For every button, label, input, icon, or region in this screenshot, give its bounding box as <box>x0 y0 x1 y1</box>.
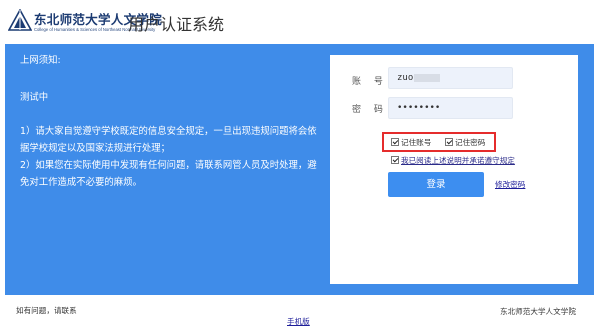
remember-password-label: 记住密码 <box>455 138 486 147</box>
mountain-logo-icon <box>8 9 32 31</box>
password-input[interactable]: •••••••• <box>388 97 513 119</box>
footer-contact: 如有问题，请联系 <box>16 306 77 315</box>
notice-heading: 上网须知: <box>20 55 61 66</box>
account-label: 账 号 <box>352 77 388 87</box>
remember-password-checkbox[interactable] <box>445 138 453 146</box>
redacted-text <box>414 73 441 82</box>
notice-rule-1: 1）请大家自觉遵守学校既定的信息安全规定，一旦出现违规问题将会依据学校规定以及国… <box>20 126 317 154</box>
system-title: 用户认证系统 <box>128 15 225 34</box>
change-password-link[interactable]: 修改密码 <box>495 179 525 190</box>
header: 东北师范大学人文学院 College of Humanities & Scien… <box>0 0 603 44</box>
password-value: •••••••• <box>397 103 441 113</box>
footer-org: 东北师范大学人文学院 <box>500 307 576 316</box>
account-input[interactable]: zuo <box>388 67 513 89</box>
notice-rule-2: 2）如果您在实际使用中发现有任何问题，请联系网管人员及时处理，避免对工作造成不必… <box>20 160 317 188</box>
agreement-link[interactable]: 我已阅读上述说明并承诺遵守规定 <box>401 155 515 166</box>
agreement-checkbox[interactable] <box>391 156 399 164</box>
password-label: 密 码 <box>352 105 388 115</box>
login-button[interactable]: 登录 <box>388 172 484 197</box>
mobile-version-link[interactable]: 手机版 <box>287 316 310 327</box>
login-card <box>330 55 578 284</box>
remember-account-label: 记住账号 <box>401 138 432 147</box>
account-value: zuo <box>397 73 414 83</box>
remember-account-checkbox[interactable] <box>391 138 399 146</box>
notice-status: 测试中 <box>20 92 49 103</box>
login-page: 东北师范大学人文学院 College of Humanities & Scien… <box>0 0 603 335</box>
